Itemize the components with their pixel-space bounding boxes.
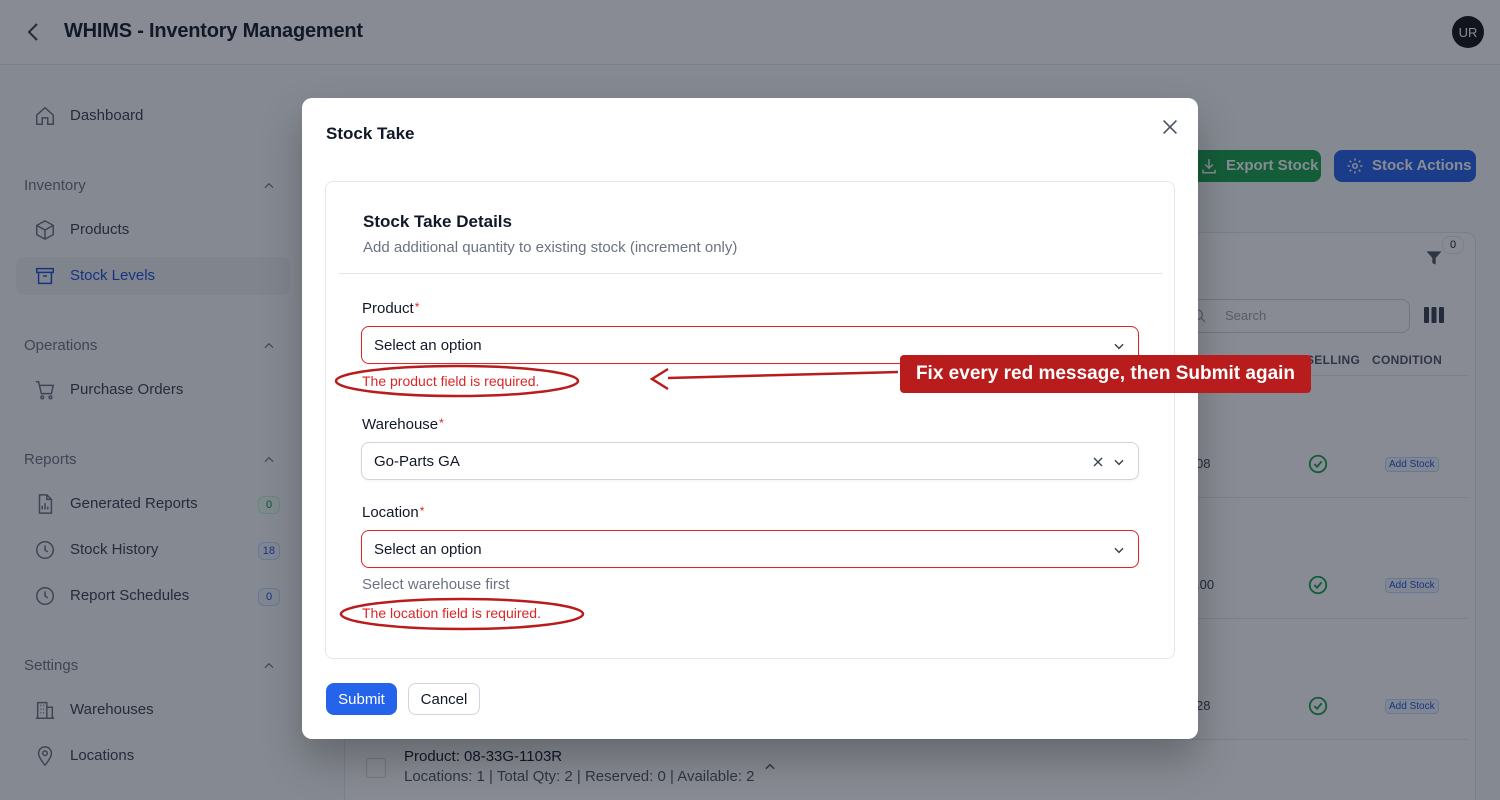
- label-text: Location: [362, 504, 419, 521]
- label-text: Product: [362, 300, 414, 317]
- location-select[interactable]: Select an option: [361, 530, 1139, 568]
- section-title: Stock Take Details: [363, 212, 512, 231]
- annotation-callout: Fix every red message, then Submit again: [900, 355, 1311, 393]
- product-label: Product*: [362, 300, 419, 317]
- chevron-down-icon: [1114, 459, 1124, 466]
- clear-x-icon[interactable]: [1090, 454, 1106, 470]
- warehouse-label: Warehouse*: [362, 416, 444, 433]
- close-icon[interactable]: [1159, 116, 1181, 138]
- stock-take-modal: Stock Take Stock Take Details Add additi…: [302, 98, 1198, 739]
- chevron-down-icon: [1114, 343, 1124, 350]
- select-value: Select an option: [374, 541, 482, 558]
- select-value: Go-Parts GA: [374, 453, 460, 470]
- cancel-button[interactable]: Cancel: [408, 683, 480, 715]
- chevron-down-icon: [1114, 547, 1124, 554]
- location-label: Location*: [362, 504, 424, 521]
- section-description: Add additional quantity to existing stoc…: [363, 239, 738, 256]
- section-divider: [339, 273, 1163, 274]
- product-error-message: The product field is required.: [362, 373, 540, 389]
- location-error-message: The location field is required.: [362, 605, 541, 621]
- required-marker: *: [414, 300, 420, 314]
- required-marker: *: [439, 416, 444, 430]
- modal-title: Stock Take: [326, 124, 415, 143]
- select-value: Select an option: [374, 337, 482, 354]
- label-text: Warehouse: [362, 416, 439, 433]
- warehouse-select[interactable]: Go-Parts GA: [361, 442, 1139, 480]
- submit-button[interactable]: Submit: [326, 683, 397, 715]
- location-help-text: Select warehouse first: [362, 576, 510, 593]
- required-marker: *: [419, 504, 425, 518]
